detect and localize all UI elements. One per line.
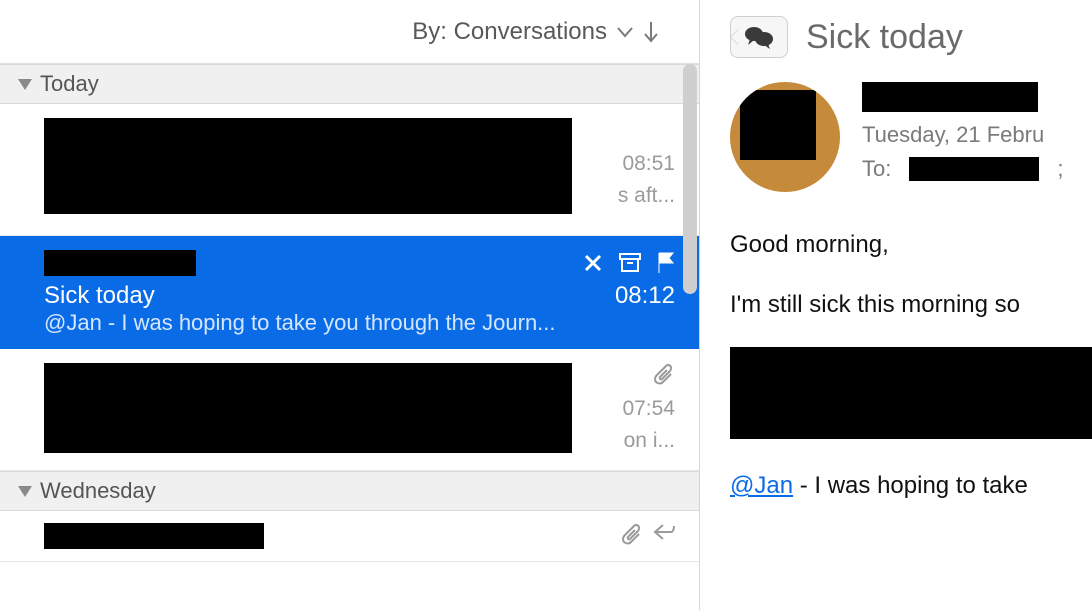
message-time: 08:12 [615,282,675,310]
message-preview-fragment: on i... [624,429,675,453]
message-time: 07:54 [622,397,675,421]
attachment-icon [621,523,643,547]
redacted-block [44,523,264,549]
body-line: I'm still sick this morning so [730,288,1092,322]
reading-pane: Sick today Tuesday, 21 Febru To: ; Good … [700,0,1092,610]
section-header-wednesday[interactable]: Wednesday [0,471,699,511]
to-row: To: ; [862,156,1092,182]
sent-date: Tuesday, 21 Febru [862,122,1092,148]
redacted-sender-name [862,82,1038,112]
scrollbar[interactable] [683,64,697,294]
message-row-selected[interactable]: Sick today 08:12 @Jan - I was hoping to … [0,236,699,349]
attachment-icon [653,363,675,387]
message-time: 08:51 [622,152,675,176]
body-mention-line: @Jan - I was hoping to take [730,469,1092,503]
reading-subject: Sick today [806,18,963,57]
message-hover-actions [583,252,675,274]
redacted-sender [44,250,196,276]
flag-icon[interactable] [657,252,675,274]
redacted-block [44,363,572,453]
redacted-avatar-face [740,90,816,160]
sender-block: Tuesday, 21 Febru To: ; [730,82,1092,192]
message-subject: Sick today [44,282,155,310]
redacted-block [44,118,572,214]
conversation-icon[interactable] [730,16,788,58]
reply-icon [653,523,675,547]
body-line: Good morning, [730,228,1092,262]
section-header-today[interactable]: Today [0,64,699,104]
section-title: Wednesday [40,478,156,504]
message-preview: @Jan - I was hoping to take you through … [44,310,675,336]
message-preview-fragment: s aft... [618,184,675,208]
sort-label[interactable]: By: Conversations [412,18,607,46]
delete-icon[interactable] [583,253,603,273]
archive-icon[interactable] [619,253,641,273]
disclosure-triangle-icon[interactable] [18,71,32,97]
app-root: By: Conversations Today 08:51 s aft... [0,0,1092,610]
section-title: Today [40,71,99,97]
redacted-body-block [730,347,1092,439]
message-row[interactable] [0,511,699,562]
message-list-pane: By: Conversations Today 08:51 s aft... [0,0,700,610]
disclosure-triangle-icon[interactable] [18,478,32,504]
redacted-recipient [909,157,1039,181]
message-row[interactable]: 08:51 s aft... [0,104,699,236]
sort-direction-icon[interactable] [643,21,659,43]
subject-row: Sick today [730,16,1092,58]
avatar[interactable] [730,82,840,192]
mention-link[interactable]: @Jan [730,472,793,499]
to-label: To: [862,156,891,182]
to-suffix: ; [1057,156,1063,182]
sort-bar: By: Conversations [0,0,699,64]
chevron-down-icon[interactable] [617,26,633,38]
body-line-rest: - I was hoping to take [793,472,1028,499]
message-body: Good morning, I'm still sick this mornin… [730,228,1092,503]
message-row[interactable]: 07:54 on i... [0,349,699,471]
